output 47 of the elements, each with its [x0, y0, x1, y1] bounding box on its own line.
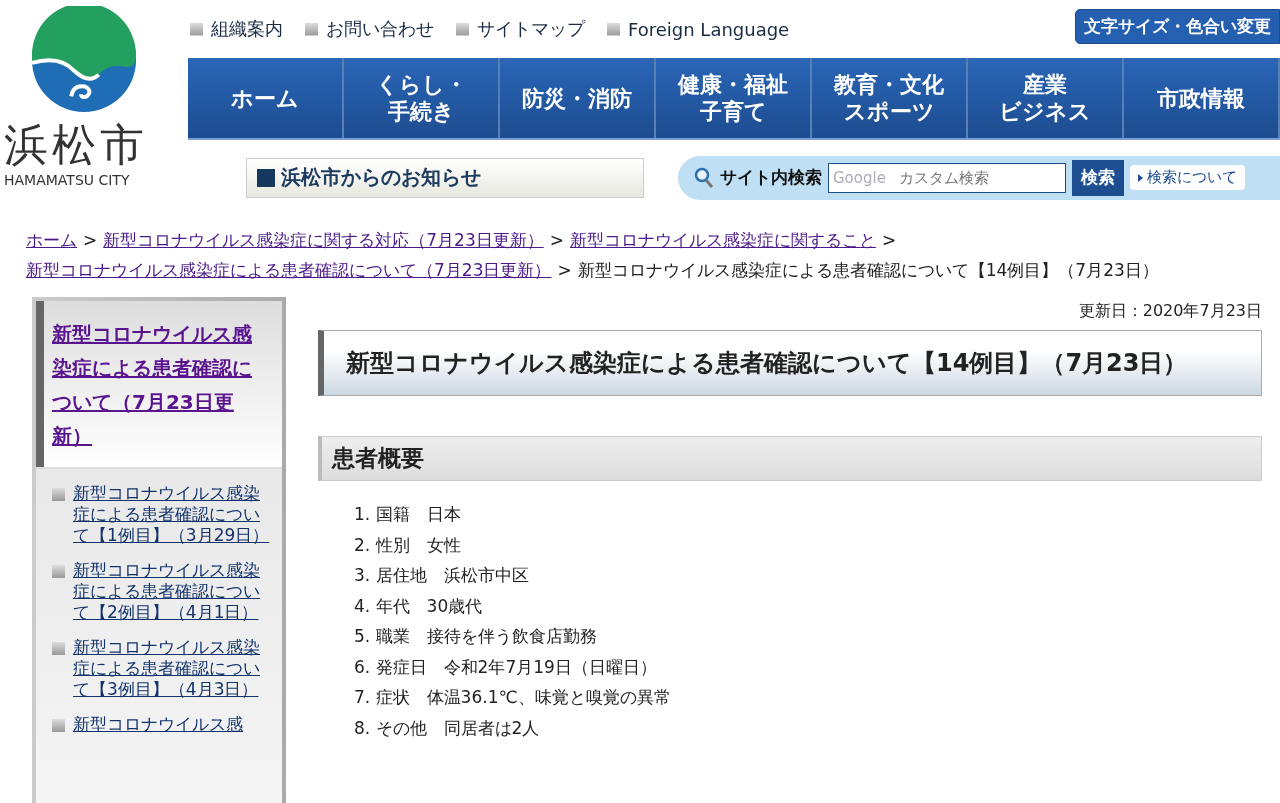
section-heading: 患者概要	[318, 436, 1262, 481]
city-notice-link[interactable]: 浜松市からのお知らせ	[246, 157, 644, 198]
city-name-english: HAMAMATSU CITY	[4, 172, 130, 188]
sidebar-link[interactable]: 新型コロナウイルス感染症による患者確認について【2例目】（4月1日）	[73, 560, 272, 623]
breadcrumb-link[interactable]: 新型コロナウイルス感染症に関する対応（7月23日更新）	[103, 225, 544, 255]
nav-tab[interactable]: 教育・文化 スポーツ	[812, 58, 968, 138]
sidebar-link[interactable]: 新型コロナウイルス感染症による患者確認について【1例目】（3月29日）	[73, 483, 272, 546]
sidebar-title-link[interactable]: 新型コロナウイルス感染症による患者確認について（7月23日更新）	[52, 317, 268, 453]
triangle-icon	[1138, 173, 1143, 182]
updated-date: 更新日：2020年7月23日	[1077, 300, 1262, 322]
search-help-link[interactable]: 検索について	[1130, 165, 1245, 190]
breadcrumb-link[interactable]: 新型コロナウイルス感染症に関すること	[569, 225, 876, 255]
nav-tab[interactable]: 産業 ビジネス	[968, 58, 1124, 138]
summary-item: 7. 症状 体温36.1℃、味覚と嗅覚の異常	[354, 686, 672, 709]
nav-tab[interactable]: 健康・福祉 子育て	[656, 58, 812, 138]
header-link[interactable]: 組織案内	[190, 17, 283, 41]
summary-item: 5. 職業 接待を伴う飲食店勤務	[354, 625, 598, 648]
breadcrumb-separator: >	[557, 260, 572, 280]
breadcrumb-link[interactable]: 新型コロナウイルス感染症による患者確認について（7月23日更新）	[26, 255, 552, 285]
summary-item: 6. 発症日 令和2年7月19日（日曜日）	[354, 655, 658, 679]
summary-item: 1. 国籍 日本	[354, 503, 462, 526]
search-label: サイト内検索	[720, 166, 822, 189]
header-link[interactable]: サイトマップ	[456, 17, 585, 41]
breadcrumb-separator: >	[881, 230, 897, 250]
breadcrumb-separator: >	[549, 230, 564, 250]
breadcrumb-separator: >	[83, 230, 98, 250]
search-icon	[694, 166, 714, 189]
summary-item: 8. その他 同居者は2人	[354, 716, 541, 740]
header-link[interactable]: お問い合わせ	[305, 17, 434, 41]
summary-item: 3. 居住地 浜松市中区	[354, 564, 530, 587]
google-brand-text: Google	[833, 168, 886, 187]
sidebar-link[interactable]: 新型コロナウイルス感染症による患者確認について【3例目】（4月3日）	[73, 637, 272, 700]
summary-item: 4. 年代 30歳代	[354, 594, 484, 618]
breadcrumb-current: 新型コロナウイルス感染症による患者確認について【14例目】（7月23日）	[577, 260, 1159, 280]
sidebar-link[interactable]: 新型コロナウイルス感	[73, 714, 243, 735]
nav-tab[interactable]: 防災・消防	[500, 58, 656, 138]
summary-item: 2. 性別 女性	[354, 533, 462, 557]
header-link[interactable]: Foreign Language	[607, 17, 790, 41]
breadcrumb-link[interactable]: ホーム	[26, 225, 77, 255]
search-button[interactable]: 検索	[1072, 159, 1124, 196]
text-size-color-button[interactable]: 文字サイズ・色合い変更	[1075, 8, 1280, 44]
nav-tab[interactable]: くらし・ 手続き	[344, 58, 500, 138]
nav-tab[interactable]: ホーム	[188, 58, 344, 138]
city-emblem-icon[interactable]	[30, 6, 138, 114]
page-title: 新型コロナウイルス感染症による患者確認について【14例目】（7月23日）	[318, 330, 1262, 396]
nav-tab[interactable]: 市政情報	[1124, 58, 1280, 138]
city-name: 浜松市	[4, 118, 148, 172]
